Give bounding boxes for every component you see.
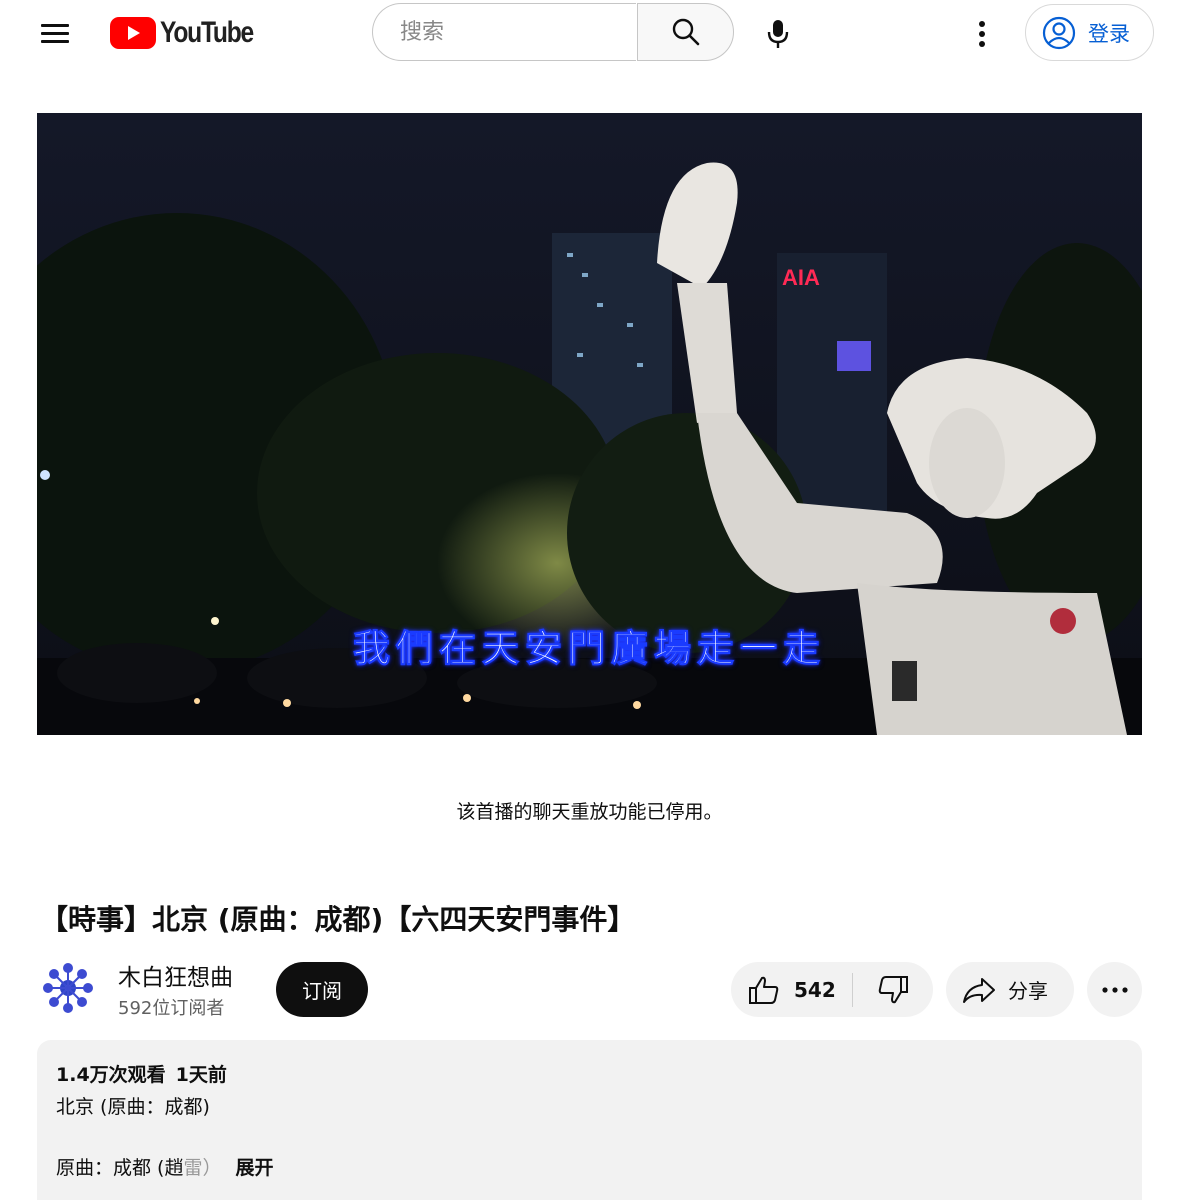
microphone-icon	[767, 20, 789, 48]
more-horizontal-icon[interactable]	[1087, 962, 1142, 1017]
description-stats: 1.4万次观看 1天前	[56, 1060, 227, 1087]
view-count: 1.4万次观看	[56, 1064, 166, 1086]
video-title: 【時事】北京 (原曲：成都)【六四天安門事件】	[40, 903, 636, 936]
thumbs-down-icon	[878, 975, 908, 1003]
channel-avatar[interactable]	[40, 960, 96, 1016]
youtube-logo[interactable]: YouTube	[110, 15, 273, 51]
like-button[interactable]: 542	[731, 962, 852, 1017]
description-box[interactable]: 1.4万次观看 1天前 北京 (原曲：成都) 原曲：成都 (趙雷） 展开	[37, 1040, 1142, 1200]
description-line: 原曲：成都 (趙雷） 展开	[56, 1153, 273, 1180]
account-circle-icon	[1042, 16, 1076, 49]
like-dislike-group: 542	[731, 962, 933, 1017]
logo-text: YouTube	[160, 16, 254, 49]
chat-replay-disabled-message: 该首播的聊天重放功能已停用。	[456, 801, 723, 823]
top-bar: YouTube 登录	[0, 0, 1179, 68]
voice-search-button[interactable]	[754, 10, 802, 58]
video-player[interactable]: AIA 我們在天安門廣場走一走	[37, 113, 1142, 735]
more-vertical-icon[interactable]	[960, 12, 1004, 56]
svg-text:AIA: AIA	[782, 265, 820, 290]
search-icon	[672, 18, 699, 46]
upload-time: 1天前	[175, 1064, 227, 1086]
subscribe-button[interactable]: 订阅	[276, 962, 368, 1017]
signin-label: 登录	[1088, 21, 1130, 46]
share-button[interactable]: 分享	[946, 962, 1074, 1017]
description-text: 原曲：成都 (趙	[56, 1157, 184, 1179]
dislike-button[interactable]	[853, 962, 933, 1017]
thumbs-up-icon	[749, 976, 779, 1004]
share-arrow-icon	[963, 977, 995, 1003]
signin-button[interactable]: 登录	[1025, 4, 1154, 61]
hamburger-menu-icon[interactable]	[34, 12, 78, 56]
search-box	[372, 3, 636, 61]
like-count: 542	[794, 977, 836, 1002]
search-input[interactable]	[398, 18, 622, 46]
expand-description-button[interactable]: 展开	[235, 1157, 273, 1179]
channel-name[interactable]: 木白狂想曲	[118, 958, 233, 992]
subscriber-count: 592位订阅者	[118, 998, 225, 1019]
video-subtitle: 我們在天安門廣場走一走	[353, 626, 826, 671]
youtube-play-icon	[110, 17, 156, 49]
search-button[interactable]	[637, 3, 734, 61]
share-label: 分享	[1008, 979, 1048, 1003]
description-text-faded: 雷）	[183, 1157, 222, 1179]
description-line: 北京 (原曲：成都)	[56, 1096, 210, 1118]
